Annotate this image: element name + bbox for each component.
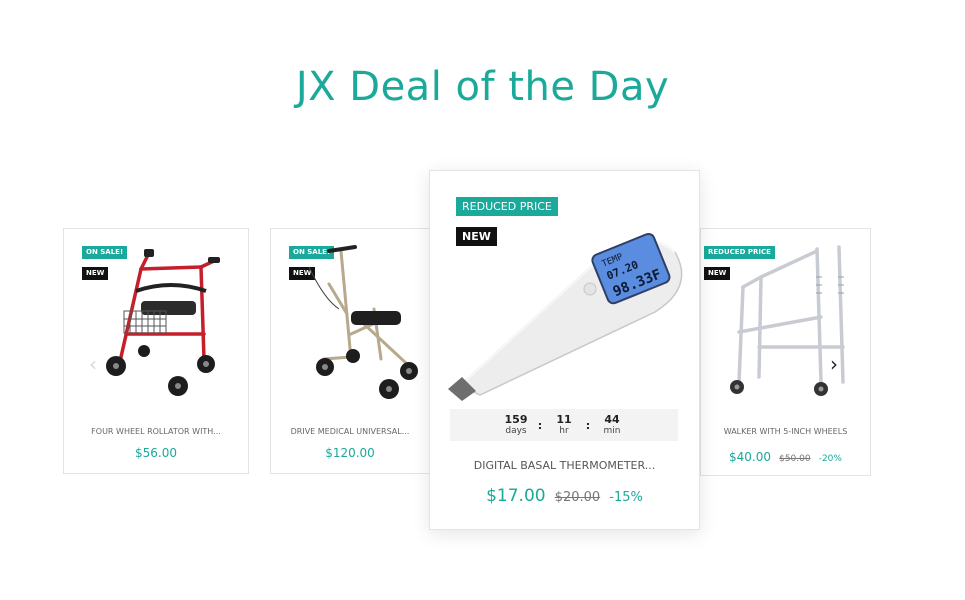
product-card-knee-walker[interactable]: ON SALE! NEW DRIVE MEDICAL UNIVERSAL... …: [270, 228, 430, 474]
product-card-thermometer-featured[interactable]: REDUCED PRICE NEW TEMP 07.20 98.33F 159 …: [429, 170, 700, 530]
product-name[interactable]: FOUR WHEEL ROLLATOR WITH...: [64, 427, 248, 436]
product-price: $120.00: [325, 446, 375, 460]
countdown-days: 159 days: [498, 413, 534, 437]
minutes-value: 44: [604, 413, 620, 426]
price-row: $56.00: [64, 446, 248, 460]
price-row: $40.00 $50.00 -20%: [701, 446, 870, 465]
old-price: $20.00: [554, 490, 601, 505]
countdown-separator: :: [537, 418, 543, 432]
knee-walker-image[interactable]: [289, 239, 429, 404]
product-name[interactable]: WALKER WITH 5-INCH WHEELS: [701, 427, 870, 436]
product-price: $40.00: [729, 450, 772, 464]
discount-percent: -20%: [818, 454, 842, 464]
price-row: $120.00: [271, 446, 429, 460]
discount-percent: -15%: [609, 490, 643, 505]
chevron-right-icon[interactable]: ›: [830, 352, 838, 376]
section-title: JX Deal of the Day: [295, 64, 670, 110]
product-price: $17.00: [486, 486, 546, 506]
old-price: $50.00: [779, 454, 811, 464]
countdown-minutes: 44 min: [594, 413, 630, 437]
product-price: $56.00: [135, 446, 177, 460]
countdown-separator: :: [585, 418, 591, 432]
hours-value: 11: [556, 413, 572, 426]
days-value: 159: [504, 413, 528, 426]
product-name[interactable]: DRIVE MEDICAL UNIVERSAL...: [271, 427, 429, 436]
deal-countdown: 159 days : 11 hr : 44 min: [450, 409, 678, 441]
price-row: $17.00 $20.00 -15%: [430, 486, 699, 506]
folding-walker-image[interactable]: [721, 237, 861, 402]
days-label: days: [505, 426, 527, 436]
countdown-hours: 11 hr: [546, 413, 582, 437]
hours-label: hr: [559, 426, 569, 436]
product-name[interactable]: DIGITAL BASAL THERMOMETER...: [430, 459, 699, 472]
minutes-label: min: [603, 426, 621, 436]
product-card-rollator[interactable]: ON SALE! NEW FOUR WHEEL ROLLATOR WITH...…: [63, 228, 249, 474]
chevron-left-icon[interactable]: ‹: [89, 352, 97, 376]
rollator-image[interactable]: [86, 239, 226, 404]
product-card-walker[interactable]: REDUCED PRICE NEW WALKER WITH 5-INCH WHE…: [700, 228, 871, 476]
thermometer-image[interactable]: TEMP 07.20 98.33F: [440, 207, 690, 407]
